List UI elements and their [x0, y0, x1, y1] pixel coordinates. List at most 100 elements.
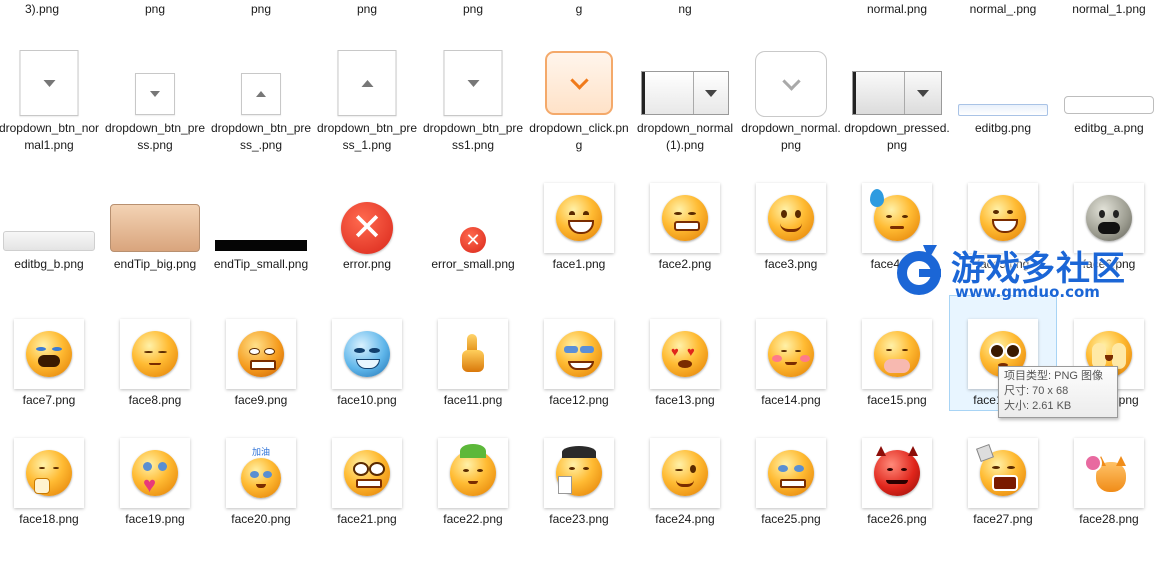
file-item[interactable]: face3.png [738, 180, 844, 320]
tooltip-dimensions: 尺寸: 70 x 68 [1004, 385, 1069, 397]
file-name: face12.png [549, 393, 609, 407]
file-name: face22.png [443, 512, 503, 526]
cool-face-icon [544, 319, 614, 389]
file-name: face19.png [125, 512, 185, 526]
tooltip-type: 项目类型: PNG 图像 [1004, 370, 1104, 382]
file-name: editbg_a.png [1074, 121, 1144, 135]
dropdown-up-arrow-icon [241, 73, 281, 115]
wink-face-icon [650, 438, 720, 508]
gmduo-logo-icon [897, 245, 941, 295]
file-name: dropdown_normal.png [741, 121, 841, 152]
love-heart-face-icon: ♥ [120, 438, 190, 508]
shy-face-icon [756, 319, 826, 389]
file-name: face3.png [764, 257, 818, 271]
file-item[interactable]: endTip_small.png [208, 180, 314, 320]
teary-face-icon [756, 438, 826, 508]
file-item[interactable]: dropdown_pressed.png [844, 45, 950, 185]
file-label[interactable]: normal_.png [950, 2, 1056, 16]
file-item[interactable]: editbg_a.png [1056, 45, 1160, 185]
sleepy-face-icon [120, 319, 190, 389]
tip-bar-icon [215, 240, 307, 251]
file-name: face24.png [655, 512, 715, 526]
file-item[interactable]: face18.png [0, 435, 102, 575]
editbox-bg-icon [958, 104, 1048, 116]
cap-face-icon [544, 438, 614, 508]
file-item[interactable]: dropdown_btn_normal1.png [0, 45, 102, 185]
file-item[interactable]: editbg_b.png [0, 180, 102, 320]
file-label[interactable]: normal_1.png [1056, 2, 1160, 16]
file-name: endTip_small.png [213, 257, 309, 271]
file-item[interactable]: face2.png [632, 180, 738, 320]
dropdown-arrow-icon [19, 50, 79, 116]
file-item[interactable]: face28.png [1056, 435, 1160, 575]
file-name: dropdown_btn_press.png [104, 121, 206, 152]
devil-face-icon [862, 438, 932, 508]
furious-face-icon [226, 319, 296, 389]
file-name: dropdown_btn_press_.png [210, 121, 312, 152]
nervous-face-icon [332, 438, 402, 508]
file-name: endTip_big.png [113, 257, 197, 271]
file-item[interactable]: face26.png [844, 435, 950, 575]
angry-squint-face-icon [650, 183, 720, 253]
file-item[interactable]: dropdown_btn_press_1.png [314, 45, 420, 185]
editbox-bg-icon [1064, 96, 1154, 114]
file-item[interactable]: face23.png [526, 435, 632, 575]
file-item[interactable]: face27.png [950, 435, 1056, 575]
file-label[interactable]: png [420, 2, 526, 16]
file-item[interactable]: face25.png [738, 435, 844, 575]
file-item[interactable]: dropdown_btn_press_.png [208, 45, 314, 185]
file-name: face27.png [973, 512, 1033, 526]
file-item[interactable]: face24.png [632, 435, 738, 575]
file-item[interactable]: dropdown_click.png [526, 45, 632, 185]
dropdown-arrow-icon [135, 73, 175, 115]
error-x-small-icon: ✕ [460, 227, 486, 253]
file-label[interactable]: g [526, 2, 632, 16]
file-item[interactable]: dropdown_normal(1).png [632, 45, 738, 185]
file-name: face7.png [22, 393, 76, 407]
file-name: face28.png [1079, 512, 1139, 526]
tip-bubble-icon [110, 204, 200, 252]
orange-chevron-icon [545, 51, 613, 115]
file-name: face26.png [867, 512, 927, 526]
file-item[interactable]: endTip_big.png [102, 180, 208, 320]
file-name: dropdown_btn_press1.png [422, 121, 524, 152]
file-name: face25.png [761, 512, 821, 526]
file-item[interactable]: editbg.png [950, 45, 1056, 185]
file-name: face18.png [19, 512, 79, 526]
frozen-face-icon [332, 319, 402, 389]
file-label[interactable]: png [102, 2, 208, 16]
file-item[interactable]: ✕ error.png [314, 180, 420, 320]
file-name: error.png [342, 257, 392, 271]
file-name: face23.png [549, 512, 609, 526]
editbox-bg-icon [3, 231, 95, 251]
leaf-head-face-icon [438, 438, 508, 508]
file-item[interactable]: face21.png [314, 435, 420, 575]
file-item[interactable]: ✕ error_small.png [420, 180, 526, 320]
error-x-icon: ✕ [341, 202, 393, 254]
file-label[interactable]: png [314, 2, 420, 16]
file-item[interactable]: face22.png [420, 435, 526, 575]
file-item[interactable]: ♥ face19.png [102, 435, 208, 575]
file-item[interactable]: face1.png [526, 180, 632, 320]
file-name: dropdown_btn_normal1.png [0, 121, 100, 152]
site-watermark: 游戏多社区 www.gmduo.com [893, 243, 1160, 303]
dropdown-combo-icon [852, 71, 942, 115]
tooltip-filesize: 大小: 2.61 KB [1004, 400, 1072, 412]
file-label[interactable]: png [208, 2, 314, 16]
file-label[interactable]: 3).png [0, 2, 95, 16]
file-label[interactable]: normal.png [844, 2, 950, 16]
screaming-face-icon [968, 438, 1038, 508]
file-name: dropdown_pressed.png [844, 121, 950, 152]
file-name: editbg.png [974, 121, 1032, 135]
file-label[interactable]: ng [632, 2, 738, 16]
file-name: face14.png [761, 393, 821, 407]
file-name: dropdown_click.png [529, 121, 629, 152]
file-name: dropdown_btn_press_1.png [316, 121, 418, 152]
file-item[interactable]: dropdown_btn_press.png [102, 45, 208, 185]
smiling-face-icon [756, 183, 826, 253]
file-name: face11.png [443, 393, 503, 407]
file-name: editbg_b.png [14, 257, 84, 271]
file-item[interactable]: dropdown_btn_press1.png [420, 45, 526, 185]
file-item[interactable]: dropdown_normal.png [738, 45, 844, 185]
file-item[interactable]: 加油 face20.png [208, 435, 314, 575]
